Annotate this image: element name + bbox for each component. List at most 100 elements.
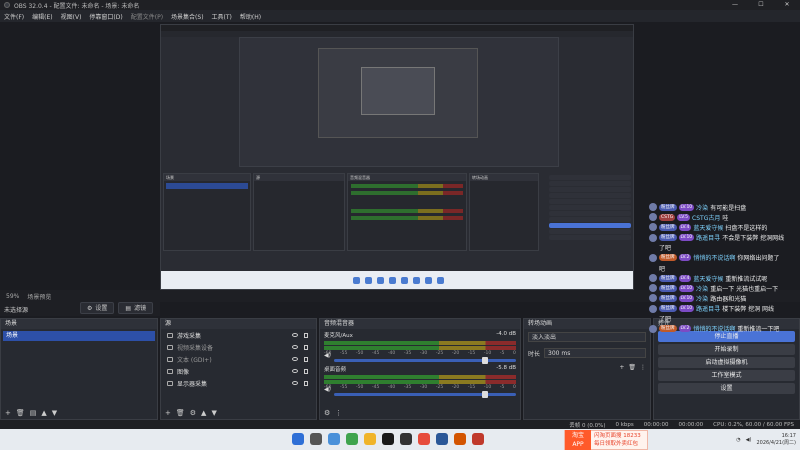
volume-slider[interactable] bbox=[334, 357, 516, 364]
add-icon[interactable]: + bbox=[619, 364, 624, 371]
taobao-ad[interactable]: 淘宝 APP 闪淘页面搜 18233 每日领取外卖红包 bbox=[564, 430, 648, 450]
fan-badge: 粉丝牌 bbox=[659, 274, 677, 282]
source-item[interactable]: 文本 (GDI+) bbox=[161, 353, 316, 365]
obs-taskbar-icon[interactable] bbox=[400, 433, 412, 445]
menu-tools[interactable]: 工具(T) bbox=[212, 12, 232, 21]
menu-profile[interactable]: 配置文件(P) bbox=[131, 12, 163, 21]
menu-scene-collection[interactable]: 场景集合(S) bbox=[171, 12, 204, 21]
camera-icon bbox=[167, 344, 173, 350]
trash-icon[interactable]: 🗑 bbox=[628, 364, 636, 371]
close-button[interactable]: ✕ bbox=[774, 0, 800, 10]
chat-message: 粉丝牌 LV.4 蓝天爱守候 重新推流试试呢 bbox=[649, 274, 800, 282]
minimize-button[interactable]: — bbox=[722, 0, 748, 10]
menu-view[interactable]: 视图(V) bbox=[61, 12, 82, 21]
lock-icon[interactable] bbox=[304, 356, 308, 362]
nested-chat-line bbox=[549, 199, 631, 204]
level-badge: LV.10 bbox=[678, 203, 695, 211]
level-badge: LV.2 bbox=[678, 325, 692, 333]
chat-text: 不会是下装弊 挖洞网线 bbox=[722, 235, 785, 242]
start-recording-button[interactable]: 开始录制 bbox=[658, 344, 795, 355]
speaker-icon[interactable]: ◀) bbox=[324, 386, 331, 393]
search-icon[interactable] bbox=[310, 433, 322, 445]
source-item[interactable]: 显示器采集 bbox=[161, 377, 316, 389]
source-item[interactable]: 图像 bbox=[161, 365, 316, 377]
lock-icon[interactable] bbox=[304, 344, 308, 350]
ad-text: 闪淘页面搜 18233 每日领取外卖红包 bbox=[591, 432, 641, 448]
chat-message: CSTG LV.5 CSTG古月哇 bbox=[649, 213, 800, 221]
virtual-camera-button[interactable]: 启动虚拟摄像机 bbox=[658, 357, 795, 368]
chat-message: 粉丝牌 LV.2 悄悄的不说话啊 重新推流一下吧 bbox=[649, 324, 800, 333]
menu-edit[interactable]: 编辑(E) bbox=[32, 12, 52, 21]
eye-icon[interactable] bbox=[292, 345, 298, 349]
fan-badge: 粉丝牌 bbox=[659, 305, 677, 313]
chevron-down-icon[interactable]: ▼ bbox=[52, 409, 57, 417]
file-explorer-icon[interactable] bbox=[364, 433, 376, 445]
trash-icon[interactable]: 🗑 bbox=[16, 409, 25, 417]
lock-icon[interactable] bbox=[304, 380, 308, 386]
slider-handle[interactable] bbox=[482, 391, 488, 398]
source-item[interactable]: 视频采集设备 bbox=[161, 341, 316, 353]
preview-canvas[interactable]: 场景 源 音频混音器 转场动画 bbox=[160, 24, 634, 290]
more-icon[interactable]: ⋮ bbox=[640, 364, 646, 371]
eye-icon[interactable] bbox=[292, 333, 298, 337]
chevron-down-icon[interactable]: ▼ bbox=[211, 409, 216, 417]
eye-icon[interactable] bbox=[292, 357, 298, 361]
source-toolbar-buttons: ⚙ 设置 ▤ 滤镜 bbox=[80, 302, 154, 314]
app-icon[interactable] bbox=[472, 433, 484, 445]
chevron-up-icon[interactable]: ▲ bbox=[201, 409, 206, 417]
chat-text: 有可能是扫盘 bbox=[710, 204, 747, 212]
app-icon[interactable] bbox=[436, 433, 448, 445]
volume-icon[interactable]: ◀) bbox=[746, 437, 752, 443]
gear-icon: ⚙ bbox=[87, 304, 93, 312]
steam-icon[interactable] bbox=[382, 433, 394, 445]
browser-icon[interactable] bbox=[346, 433, 358, 445]
add-icon[interactable]: + bbox=[5, 409, 11, 417]
nested-dock-header: 源 bbox=[254, 174, 344, 181]
eye-icon[interactable] bbox=[292, 369, 298, 373]
windows-start-icon[interactable] bbox=[292, 433, 304, 445]
wifi-icon[interactable]: ◔ bbox=[736, 437, 740, 443]
nested-transitions-dock: 转场动画 bbox=[469, 173, 539, 251]
gear-icon[interactable]: ⚙ bbox=[324, 409, 330, 417]
trash-icon[interactable]: 🗑 bbox=[176, 409, 185, 417]
app-icon[interactable] bbox=[454, 433, 466, 445]
speaker-icon[interactable]: ◀) bbox=[324, 352, 331, 359]
source-item[interactable]: 游戏采集 bbox=[161, 329, 316, 341]
menu-help[interactable]: 帮助(H) bbox=[240, 12, 261, 21]
text-icon bbox=[167, 356, 173, 362]
filters-button[interactable]: ▤ 滤镜 bbox=[118, 302, 154, 314]
lock-icon[interactable] bbox=[304, 368, 308, 374]
fan-badge: 粉丝牌 bbox=[659, 284, 677, 292]
monitor-icon bbox=[167, 380, 173, 386]
tick: -25 bbox=[435, 385, 444, 390]
properties-button[interactable]: ⚙ 设置 bbox=[80, 302, 115, 314]
settings-button[interactable]: 设置 bbox=[658, 383, 795, 394]
status-bar: 丢帧 0 (0.0%) 0 kbps 00:00:00 00:00:00 CPU… bbox=[0, 420, 800, 429]
transitions-title: 转场动画 bbox=[528, 320, 553, 327]
taobao-logo: 淘宝 APP bbox=[565, 430, 591, 450]
duration-input[interactable]: 300 ms bbox=[544, 348, 646, 358]
transition-select[interactable]: 淡入淡出 bbox=[528, 332, 646, 342]
clock[interactable]: 16:17 2026/4/21(周二) bbox=[756, 433, 796, 447]
task-view-icon[interactable] bbox=[328, 433, 340, 445]
dropped-frames: 丢帧 0 (0.0%) bbox=[569, 422, 606, 429]
add-icon[interactable]: + bbox=[165, 409, 171, 417]
maximize-button[interactable]: ☐ bbox=[748, 0, 774, 10]
source-label: 视频采集设备 bbox=[177, 344, 214, 352]
studio-mode-button[interactable]: 工作室模式 bbox=[658, 370, 795, 381]
eye-icon[interactable] bbox=[292, 381, 298, 385]
menu-docks[interactable]: 停靠窗口(D) bbox=[89, 12, 122, 21]
gear-icon[interactable]: ⚙ bbox=[190, 409, 196, 417]
scenes-footer: + 🗑 ▤ ▲ ▼ bbox=[1, 407, 157, 419]
zoom-level[interactable]: 59% bbox=[6, 293, 19, 300]
app-icon[interactable] bbox=[418, 433, 430, 445]
scene-item[interactable]: 场景 bbox=[3, 331, 155, 341]
menu-file[interactable]: 文件(F) bbox=[4, 12, 24, 21]
transition-buttons: + 🗑 ⋮ bbox=[524, 361, 650, 374]
chevron-up-icon[interactable]: ▲ bbox=[41, 409, 46, 417]
lock-icon[interactable] bbox=[304, 332, 308, 338]
filter-icon[interactable]: ▤ bbox=[30, 409, 37, 417]
more-icon[interactable]: ⋮ bbox=[335, 409, 342, 417]
chat-user: 路遥目寻 bbox=[696, 306, 721, 313]
volume-slider[interactable] bbox=[334, 391, 516, 398]
